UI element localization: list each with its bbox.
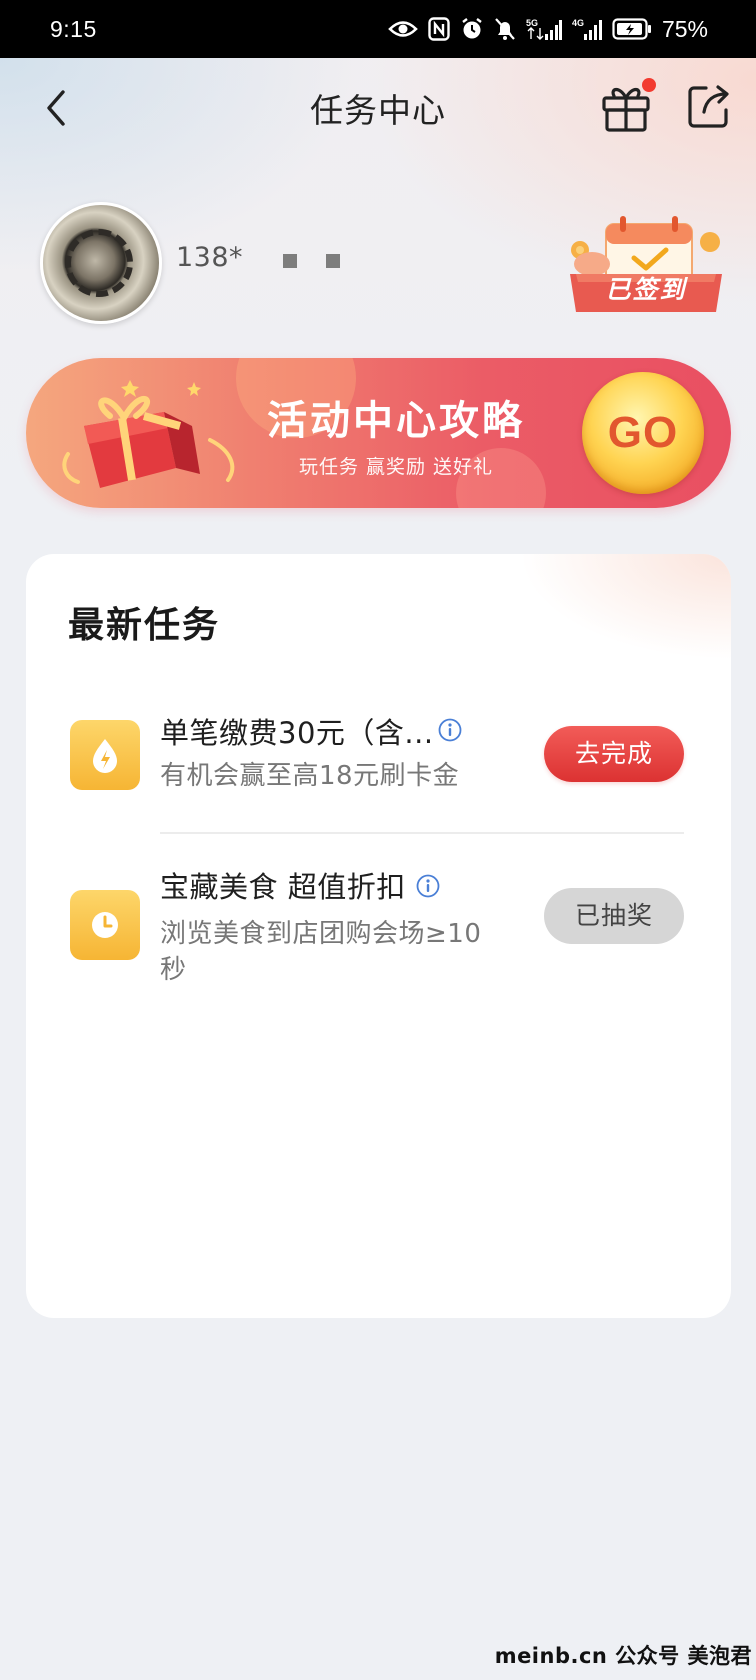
checkin-label: 已签到 [605, 275, 687, 304]
mute-icon [495, 18, 515, 40]
payment-drop-icon [70, 720, 140, 790]
task-item: 宝藏美食 超值折扣 浏览美食到店团购会场≥10 秒 已抽奖 [46, 836, 708, 996]
status-bar: 9:15 5G 4G 75% [0, 0, 756, 58]
eye-icon [388, 21, 418, 37]
checkin-badge[interactable]: 已签到 [560, 212, 732, 324]
go-button[interactable]: GO [582, 372, 704, 494]
task-description: 浏览美食到店团购会场≥10 [160, 919, 482, 949]
task-item: 单笔缴费30元（含... 有机会赢至高18元刷卡金 去完成 [46, 676, 708, 836]
banner-subtitle: 玩任务 赢奖励 送好礼 [298, 456, 494, 478]
svg-text:5G: 5G [526, 18, 538, 28]
complete-task-button[interactable]: 去完成 [544, 726, 684, 782]
info-icon[interactable] [416, 874, 440, 898]
alarm-icon [462, 18, 482, 39]
5g-signal-icon: 5G [526, 18, 562, 40]
go-label: GO [607, 408, 679, 457]
battery-percent: 75% [661, 15, 708, 42]
nav-bar: 任务中心 [0, 58, 756, 158]
drawn-status-button: 已抽奖 [544, 888, 684, 944]
task-description: 有机会赢至高18元刷卡金 [160, 761, 460, 791]
info-icon[interactable] [438, 718, 462, 742]
task-name: 宝藏美食 超值折扣 [160, 870, 406, 904]
latest-tasks-card: 最新任务 单笔缴费30元（含... 有机会赢至高18元刷卡金 去完成 宝藏美食 … [26, 554, 731, 1318]
clock-icon [70, 890, 140, 960]
task-name: 单笔缴费30元（含... [160, 716, 434, 750]
divider [160, 832, 684, 834]
banner-title: 活动中心攻略 [267, 398, 525, 444]
privacy-mask [283, 254, 297, 268]
4g-signal-icon: 4G [572, 18, 602, 40]
section-title: 最新任务 [68, 605, 221, 646]
share-icon [688, 85, 729, 128]
avatar[interactable] [40, 202, 162, 324]
battery-icon [612, 18, 651, 40]
masked-phone-number: 138* [176, 242, 244, 273]
gift-box-icon [62, 380, 235, 488]
share-button[interactable] [684, 82, 734, 132]
svg-text:4G: 4G [572, 18, 584, 28]
nfc-icon [428, 17, 450, 41]
task-list: 单笔缴费30元（含... 有机会赢至高18元刷卡金 去完成 宝藏美食 超值折扣 [46, 676, 708, 985]
task-description-line2: 秒 [160, 955, 187, 985]
status-time: 9:15 [50, 15, 97, 42]
status-icons: 5G 4G 75% [388, 16, 708, 43]
watermark: meinb.cn 公众号 美泡君 [494, 1644, 752, 1668]
activity-guide-banner[interactable]: 活动中心攻略 玩任务 赢奖励 送好礼 GO [26, 358, 731, 508]
privacy-mask [326, 254, 340, 268]
notification-dot [642, 78, 656, 92]
